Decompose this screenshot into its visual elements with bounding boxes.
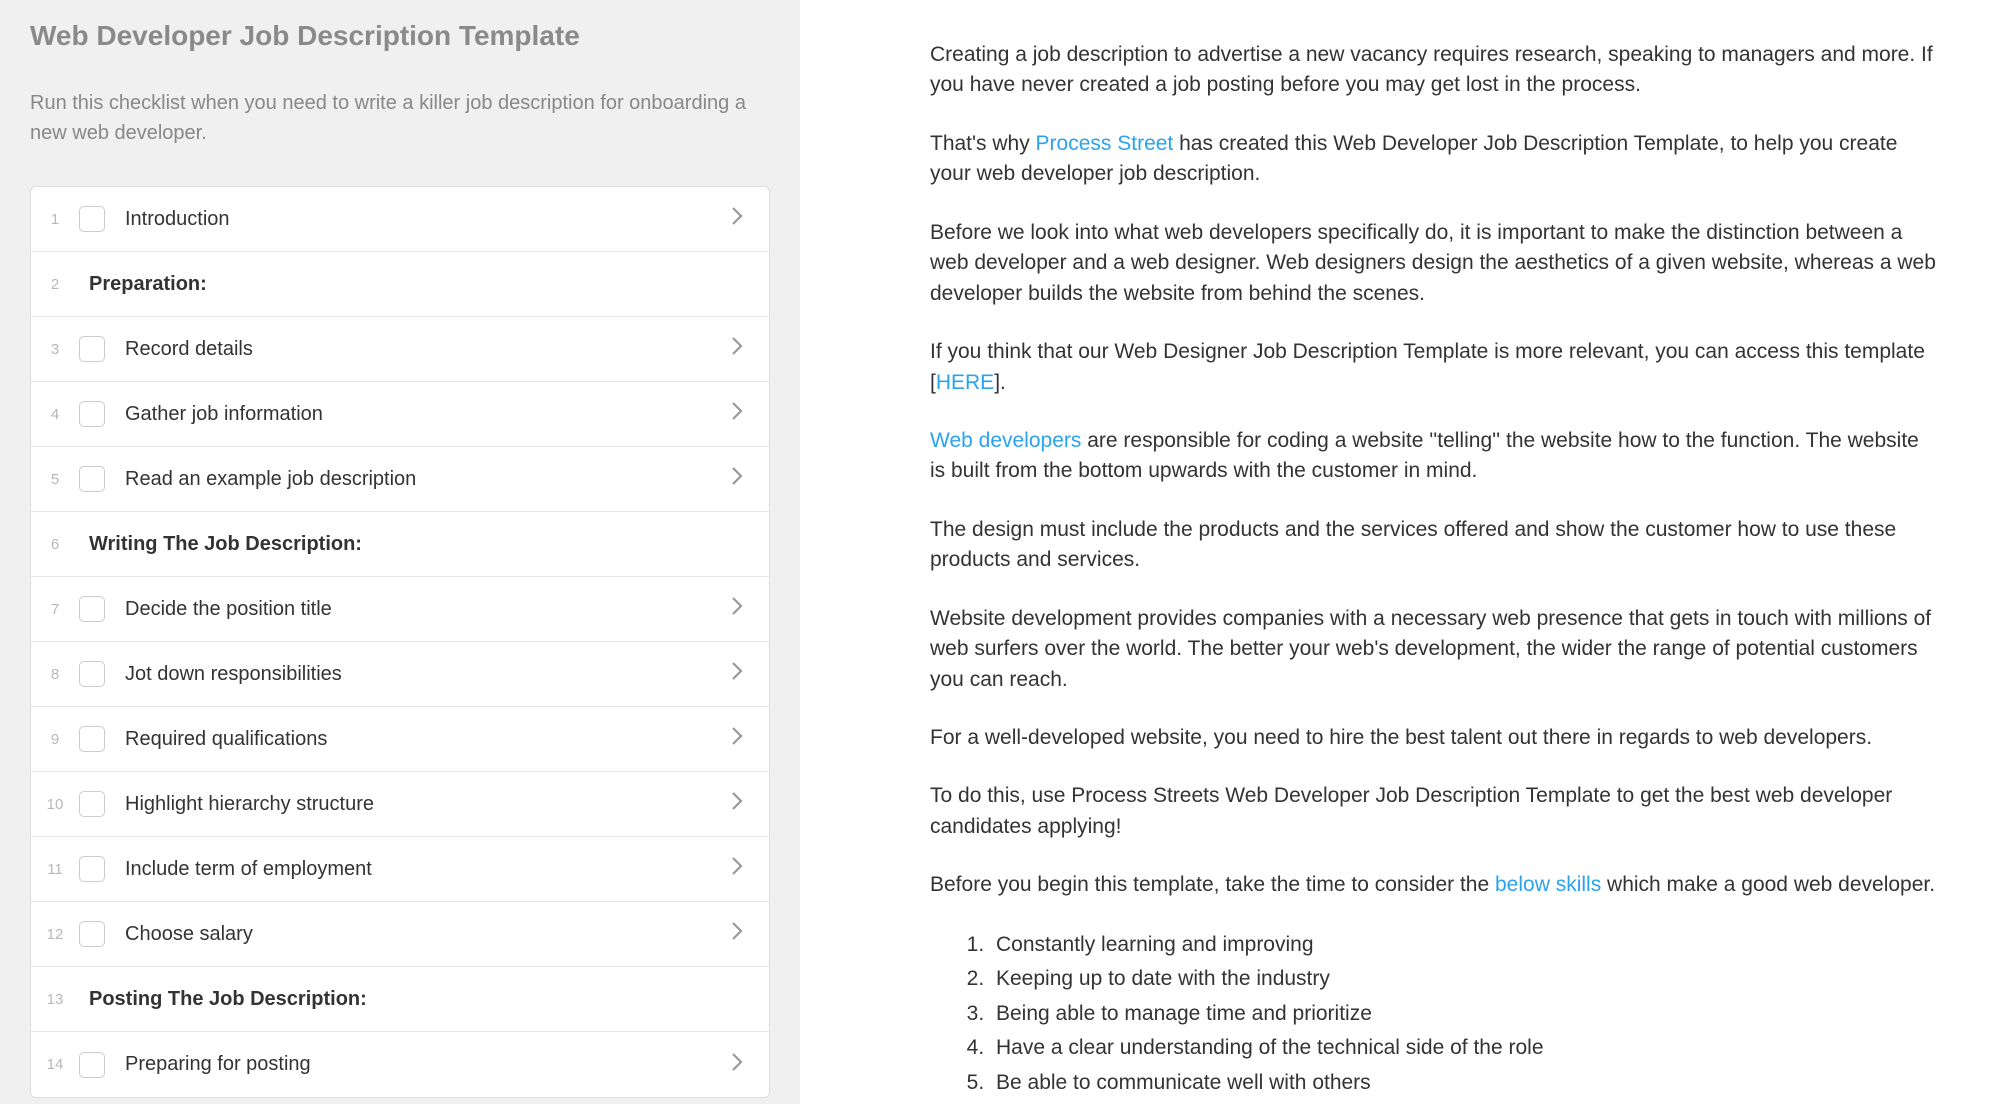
chevron-right-icon <box>723 206 751 232</box>
chevron-right-icon <box>723 791 751 817</box>
chevron-right-icon <box>723 856 751 882</box>
text: That's why <box>930 132 1036 155</box>
row-number: 6 <box>31 536 79 553</box>
row-number: 9 <box>31 731 79 748</box>
checklist-item[interactable]: 9 Required qualifications <box>31 707 769 772</box>
link-below-skills[interactable]: below skills <box>1495 873 1601 896</box>
checkbox[interactable] <box>79 726 105 752</box>
text: ]. <box>994 371 1006 394</box>
checkbox[interactable] <box>79 856 105 882</box>
checkbox[interactable] <box>79 466 105 492</box>
template-subtitle: Run this checklist when you need to writ… <box>30 88 770 148</box>
checklist-section-header: 2 Preparation: <box>31 252 769 317</box>
row-label: Required qualifications <box>125 728 723 751</box>
row-label: Read an example job description <box>125 468 723 491</box>
text: Before you begin this template, take the… <box>930 873 1495 896</box>
text: which make a good web developer. <box>1601 873 1935 896</box>
chevron-right-icon <box>723 466 751 492</box>
row-label: Choose salary <box>125 923 723 946</box>
checklist-item[interactable]: 14 Preparing for posting <box>31 1032 769 1097</box>
checkbox[interactable] <box>79 921 105 947</box>
chevron-right-icon <box>723 336 751 362</box>
row-number: 5 <box>31 471 79 488</box>
article-content: Creating a job description to advertise … <box>930 40 1939 1104</box>
skill-item: Constantly learning and improving <box>990 929 1939 962</box>
row-label: Include term of employment <box>125 858 723 881</box>
paragraph: Web developers are responsible for codin… <box>930 426 1939 487</box>
paragraph: For a well-developed website, you need t… <box>930 723 1939 753</box>
skill-item: Keeping up to date with the industry <box>990 963 1939 996</box>
checkbox[interactable] <box>79 791 105 817</box>
row-number: 10 <box>31 796 79 813</box>
row-label: Highlight hierarchy structure <box>125 793 723 816</box>
checklist-item[interactable]: 1 Introduction <box>31 187 769 252</box>
link-here[interactable]: HERE <box>936 371 994 394</box>
skills-list: Constantly learning and improvingKeeping… <box>990 929 1939 1104</box>
checklist-section-header: 13 Posting The Job Description: <box>31 967 769 1032</box>
paragraph: Creating a job description to advertise … <box>930 40 1939 101</box>
paragraph: Website development provides companies w… <box>930 604 1939 695</box>
chevron-right-icon <box>723 921 751 947</box>
row-number: 14 <box>31 1056 79 1073</box>
checklist-container: 1 Introduction 2 Preparation: 3 Record detail… <box>30 186 770 1098</box>
checkbox[interactable] <box>79 596 105 622</box>
checklist-item[interactable]: 3 Record details <box>31 317 769 382</box>
link-process-street[interactable]: Process Street <box>1036 132 1174 155</box>
paragraph: Before we look into what web developers … <box>930 218 1939 309</box>
checklist-item[interactable]: 10 Highlight hierarchy structure <box>31 772 769 837</box>
row-number: 13 <box>31 991 79 1008</box>
paragraph: To do this, use Process Streets Web Deve… <box>930 781 1939 842</box>
row-label: Preparing for posting <box>125 1053 723 1076</box>
row-label: Gather job information <box>125 403 723 426</box>
chevron-right-icon <box>723 401 751 427</box>
row-label: Decide the position title <box>125 598 723 621</box>
row-label: Jot down responsibilities <box>125 663 723 686</box>
checklist-section-header: 6 Writing The Job Description: <box>31 512 769 577</box>
row-number: 7 <box>31 601 79 618</box>
row-number: 12 <box>31 926 79 943</box>
paragraph: That's why Process Street has created th… <box>930 129 1939 190</box>
row-label: Record details <box>125 338 723 361</box>
checklist-item[interactable]: 12 Choose salary <box>31 902 769 967</box>
chevron-right-icon <box>723 1052 751 1078</box>
row-label: Writing The Job Description: <box>89 533 751 556</box>
chevron-right-icon <box>723 726 751 752</box>
checklist-item[interactable]: 4 Gather job information <box>31 382 769 447</box>
checklist-item[interactable]: 7 Decide the position title <box>31 577 769 642</box>
row-number: 3 <box>31 341 79 358</box>
link-web-developers[interactable]: Web developers <box>930 429 1081 452</box>
paragraph: If you think that our Web Designer Job D… <box>930 337 1939 398</box>
row-label: Introduction <box>125 208 723 231</box>
checklist-item[interactable]: 5 Read an example job description <box>31 447 769 512</box>
checkbox[interactable] <box>79 661 105 687</box>
row-number: 8 <box>31 666 79 683</box>
skill-item: Being able to manage time and prioritize <box>990 998 1939 1031</box>
template-title: Web Developer Job Description Template <box>30 20 770 52</box>
checkbox[interactable] <box>79 1052 105 1078</box>
checkbox[interactable] <box>79 336 105 362</box>
chevron-right-icon <box>723 661 751 687</box>
row-label: Posting The Job Description: <box>89 988 751 1011</box>
text: If you think that our Web Designer Job D… <box>930 340 1925 393</box>
row-number: 1 <box>31 211 79 228</box>
paragraph: Before you begin this template, take the… <box>930 870 1939 900</box>
row-label: Preparation: <box>89 273 751 296</box>
skill-item: Be able to communicate well with others <box>990 1067 1939 1100</box>
skill-item: Have a clear understanding of the techni… <box>990 1032 1939 1065</box>
checklist-item[interactable]: 8 Jot down responsibilities <box>31 642 769 707</box>
paragraph: The design must include the products and… <box>930 515 1939 576</box>
checkbox[interactable] <box>79 206 105 232</box>
checkbox[interactable] <box>79 401 105 427</box>
row-number: 11 <box>31 861 79 878</box>
chevron-right-icon <box>723 596 751 622</box>
checklist-item[interactable]: 11 Include term of employment <box>31 837 769 902</box>
row-number: 4 <box>31 406 79 423</box>
row-number: 2 <box>31 276 79 293</box>
